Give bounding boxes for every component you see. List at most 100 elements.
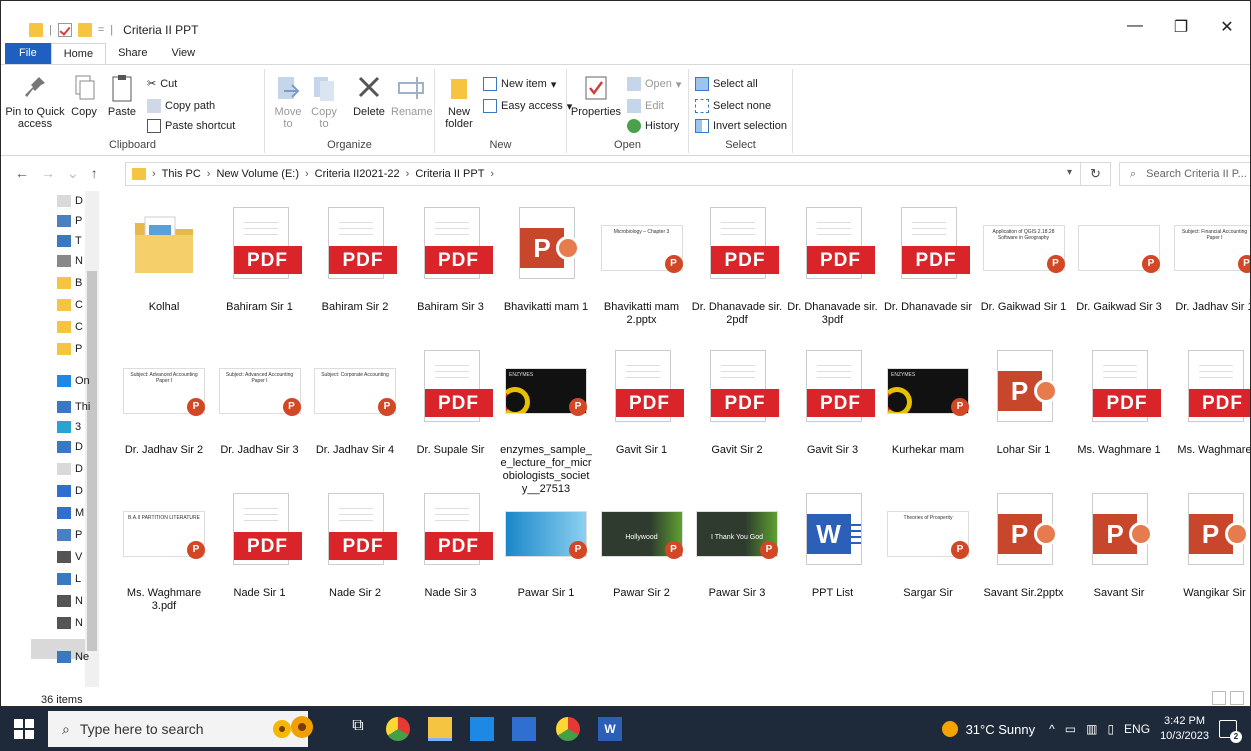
file-item[interactable]: P Pawar Sir 1 [500, 489, 592, 600]
file-item[interactable]: P Savant Sir.2pptx [978, 489, 1070, 600]
address-dropdown-icon[interactable]: ▾ [1067, 167, 1072, 178]
search-input[interactable]: ⌕ Search Criteria II P... [1119, 162, 1250, 186]
new-item-button[interactable]: New item ▾ [483, 77, 556, 91]
file-item[interactable]: PDF Gavit Sir 2 [691, 346, 783, 457]
nav-item[interactable]: P [57, 215, 82, 227]
chevron-right-icon[interactable]: › [406, 168, 410, 180]
file-item[interactable]: PDF Ms. Waghmare 1 [1073, 346, 1165, 457]
select-none-button[interactable]: Select none [695, 99, 771, 113]
nav-item[interactable]: Ne [57, 651, 89, 663]
nav-item[interactable]: N [57, 595, 83, 607]
paste-button[interactable]: Paste [103, 73, 141, 118]
store-icon[interactable] [512, 717, 536, 741]
breadcrumb-this-pc[interactable]: This PC [162, 168, 201, 180]
recent-locations-icon[interactable]: ⌄ [67, 165, 79, 182]
file-explorer-taskbar-icon[interactable] [428, 717, 452, 741]
file-item[interactable]: PDF Bahiram Sir 3 [405, 203, 497, 314]
tab-home[interactable]: Home [50, 43, 107, 65]
language-indicator[interactable]: ENG [1124, 722, 1150, 736]
file-item[interactable]: P Bhavikatti mam 1 [500, 203, 592, 314]
network-icon[interactable]: ▭ [1065, 722, 1076, 736]
clock[interactable]: 3:42 PM 10/3/2023 [1160, 714, 1209, 744]
tab-file[interactable]: File [5, 43, 51, 65]
nav-item[interactable]: L [57, 573, 81, 585]
breadcrumb-criteria-2021[interactable]: Criteria II2021-22 [315, 168, 400, 180]
move-to-button[interactable]: Move to [271, 73, 305, 130]
delete-button[interactable]: Delete [349, 73, 389, 118]
file-item[interactable]: PDF Nade Sir 1 [214, 489, 306, 600]
nav-item[interactable]: 3 [57, 421, 81, 433]
file-item[interactable]: PDF Ms. Waghmare [1169, 346, 1250, 457]
breadcrumb-criteria-ppt[interactable]: Criteria II PPT [415, 168, 484, 180]
maximize-button[interactable]: ❐ [1158, 17, 1204, 37]
weather-widget[interactable]: 31°C Sunny [941, 721, 1035, 737]
nav-item[interactable]: C [57, 299, 83, 311]
chevron-right-icon[interactable]: › [305, 168, 309, 180]
copy-button[interactable]: Copy [67, 73, 101, 118]
file-item[interactable]: Theories of Prosperity P Sargar Sir [882, 489, 974, 600]
file-item[interactable]: Subject: Advanced Accounting Paper I P Dr.… [214, 346, 306, 457]
tab-view[interactable]: View [159, 43, 207, 65]
file-item[interactable]: PDF Dr. Dhanavade sir. 3pdf [787, 203, 879, 327]
invert-selection-button[interactable]: Invert selection [695, 119, 787, 133]
chevron-up-icon[interactable]: ^ [1049, 722, 1055, 736]
nav-item[interactable]: P [57, 529, 82, 541]
file-item[interactable]: P Dr. Gaikwad Sir 3 [1073, 203, 1165, 314]
file-item[interactable]: PDF Dr. Supale Sir [405, 346, 497, 457]
nav-item[interactable]: B [57, 277, 82, 289]
tab-share[interactable]: Share [106, 43, 159, 65]
nav-item[interactable]: C [57, 321, 83, 333]
close-button[interactable]: ✕ [1204, 17, 1250, 37]
easy-access-button[interactable]: Easy access ▾ [483, 99, 572, 113]
copy-path-button[interactable]: Copy path [147, 99, 215, 113]
nav-item[interactable]: T [57, 235, 82, 247]
file-item[interactable]: PDF Bahiram Sir 2 [309, 203, 401, 314]
file-item[interactable]: P Lohar Sir 1 [978, 346, 1070, 457]
chrome-icon-2[interactable] [556, 717, 580, 741]
customize-qa-icon[interactable]: = [98, 24, 104, 36]
nav-item[interactable]: M [57, 507, 84, 519]
cut-button[interactable]: ✂ Cut [147, 77, 177, 91]
nav-item[interactable]: Thi [57, 401, 90, 413]
file-item[interactable]: PDF Nade Sir 2 [309, 489, 401, 600]
file-item[interactable]: P Wangikar Sir [1169, 489, 1251, 600]
new-folder-button[interactable]: New folder [441, 73, 477, 130]
mail-icon[interactable] [470, 717, 494, 741]
search-highlight-icon[interactable] [262, 711, 326, 747]
file-item[interactable]: PDF Gavit Sir 1 [596, 346, 688, 457]
nav-item[interactable]: D [57, 463, 83, 475]
nav-item[interactable]: D [57, 195, 83, 207]
select-all-button[interactable]: Select all [695, 77, 758, 91]
forward-icon[interactable]: → [41, 165, 55, 182]
file-item[interactable]: Application of QGIS 2.18.28 Software in … [978, 203, 1070, 314]
nav-item[interactable]: D [57, 441, 83, 453]
chevron-right-icon[interactable]: › [207, 168, 211, 180]
open-button[interactable]: Open ▾ [627, 77, 681, 91]
file-item[interactable]: PDF Dr. Dhanavade sir [882, 203, 974, 314]
word-icon[interactable]: W [598, 717, 622, 741]
chevron-right-icon[interactable]: › [490, 168, 494, 180]
file-item[interactable]: Kolhal [118, 203, 210, 314]
nav-item[interactable]: On [57, 375, 90, 387]
copy-to-button[interactable]: Copy to [307, 73, 341, 130]
file-item[interactable]: Subject: Corporate Accounting P Dr. Jadhav… [309, 346, 401, 457]
address-bar[interactable]: › This PC › New Volume (E:) › Criteria I… [125, 162, 1081, 186]
nav-item[interactable]: N [57, 617, 83, 629]
up-icon[interactable]: ↑ [91, 165, 98, 182]
file-item[interactable]: Hollywood P Pawar Sir 2 [596, 489, 688, 600]
nav-item[interactable]: N [57, 255, 83, 267]
file-item[interactable]: ENZYMES P Kurhekar mam [882, 346, 974, 457]
file-item[interactable]: P Savant Sir [1073, 489, 1165, 600]
nav-item[interactable]: P [57, 343, 82, 355]
file-item[interactable]: W PPT List [787, 489, 879, 600]
file-item[interactable]: Subject: Financial Accounting Paper I P Dr… [1169, 203, 1250, 314]
nav-scrollbar[interactable] [85, 191, 99, 687]
file-item[interactable]: PDF Dr. Dhanavade sir. 2pdf [691, 203, 783, 327]
file-item[interactable]: Subject: Advanced Accounting Paper I P Dr.… [118, 346, 210, 457]
speaker-icon[interactable]: ▥ [1086, 722, 1097, 736]
properties-button[interactable]: Properties [569, 73, 623, 118]
nav-item[interactable]: D [57, 485, 83, 497]
file-item[interactable]: PDF Gavit Sir 3 [787, 346, 879, 457]
new-folder-icon[interactable] [77, 23, 92, 37]
file-item[interactable]: I Thank You God P Pawar Sir 3 [691, 489, 783, 600]
